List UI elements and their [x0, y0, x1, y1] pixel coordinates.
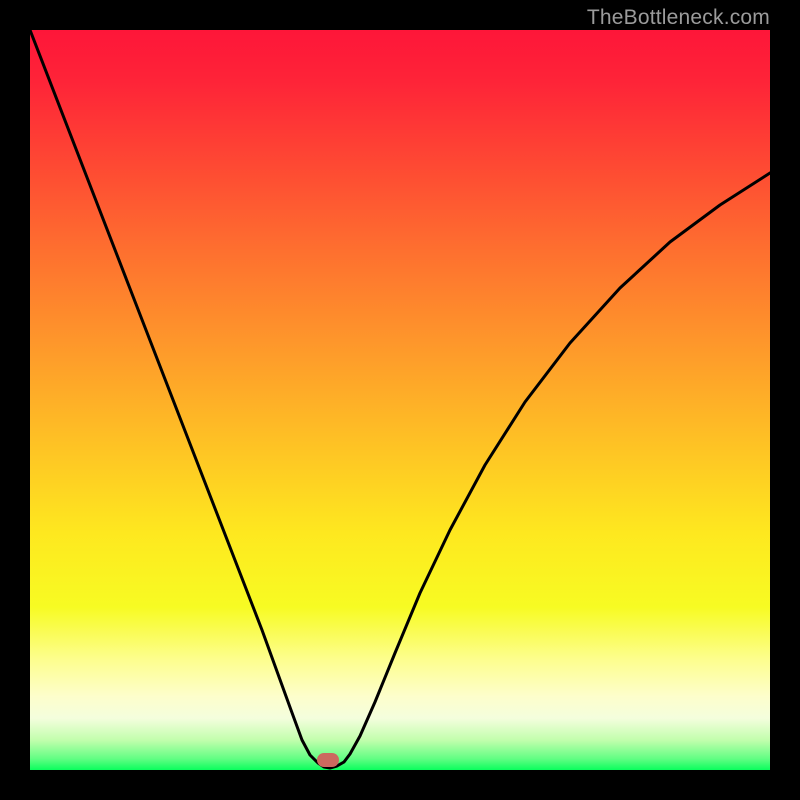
watermark-text: TheBottleneck.com: [587, 6, 770, 30]
optimum-marker: [317, 753, 339, 767]
bottleneck-curve: [30, 30, 770, 770]
plot-area: [30, 30, 770, 770]
chart-frame: TheBottleneck.com: [0, 0, 800, 800]
